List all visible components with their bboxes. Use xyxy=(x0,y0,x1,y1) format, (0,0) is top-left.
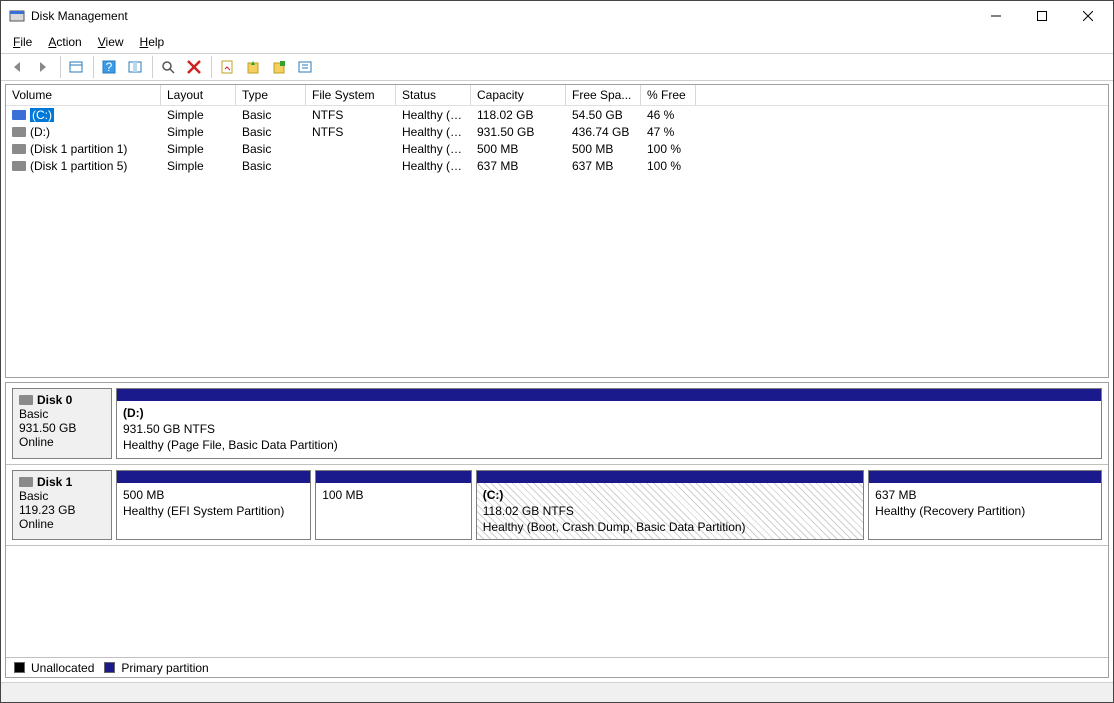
col-layout[interactable]: Layout xyxy=(161,85,236,105)
rescan-button[interactable] xyxy=(156,55,180,79)
volume-row[interactable]: (Disk 1 partition 1)SimpleBasicHealthy (… xyxy=(6,140,1108,157)
disk-map: Disk 0Basic931.50 GBOnline(D:)931.50 GB … xyxy=(5,382,1109,678)
back-button[interactable] xyxy=(5,55,29,79)
disk-row: Disk 0Basic931.50 GBOnline(D:)931.50 GB … xyxy=(6,383,1108,465)
disk-icon xyxy=(19,395,33,405)
action-button-1[interactable] xyxy=(241,55,265,79)
partition[interactable]: 500 MBHealthy (EFI System Partition) xyxy=(116,470,311,541)
volume-header: Volume Layout Type File System Status Ca… xyxy=(6,85,1108,106)
maximize-button[interactable] xyxy=(1019,2,1065,30)
svg-text:?: ? xyxy=(106,60,113,74)
drive-icon xyxy=(12,110,26,120)
refresh-button[interactable] xyxy=(123,55,147,79)
disk-icon xyxy=(19,477,33,487)
forward-button[interactable] xyxy=(31,55,55,79)
volume-list[interactable]: Volume Layout Type File System Status Ca… xyxy=(5,84,1109,378)
volume-row[interactable]: (C:)SimpleBasicNTFSHealthy (B...118.02 G… xyxy=(6,106,1108,123)
legend: Unallocated Primary partition xyxy=(6,657,1108,677)
properties-button[interactable] xyxy=(215,55,239,79)
drive-icon xyxy=(12,144,26,154)
delete-button[interactable] xyxy=(182,55,206,79)
title-bar: Disk Management xyxy=(1,1,1113,31)
partition[interactable]: (D:)931.50 GB NTFSHealthy (Page File, Ba… xyxy=(116,388,1102,459)
disk-info[interactable]: Disk 0Basic931.50 GBOnline xyxy=(12,388,112,459)
menu-view[interactable]: View xyxy=(90,33,132,51)
menu-help[interactable]: Help xyxy=(132,33,173,51)
status-bar xyxy=(1,682,1113,702)
partition[interactable]: (C:)118.02 GB NTFSHealthy (Boot, Crash D… xyxy=(476,470,864,541)
menu-action[interactable]: Action xyxy=(40,33,89,51)
swatch-unallocated xyxy=(14,662,25,673)
menu-file[interactable]: File xyxy=(5,33,40,51)
swatch-primary xyxy=(104,662,115,673)
drive-icon xyxy=(12,127,26,137)
disk-info[interactable]: Disk 1Basic119.23 GBOnline xyxy=(12,470,112,541)
show-hide-tree-button[interactable] xyxy=(64,55,88,79)
disk-row: Disk 1Basic119.23 GBOnline500 MBHealthy … xyxy=(6,465,1108,547)
partition[interactable]: 100 MB xyxy=(315,470,472,541)
col-volume[interactable]: Volume xyxy=(6,85,161,105)
minimize-button[interactable] xyxy=(973,2,1019,30)
drive-icon xyxy=(12,161,26,171)
col-filesystem[interactable]: File System xyxy=(306,85,396,105)
menu-bar: File Action View Help xyxy=(1,31,1113,53)
toolbar: ? xyxy=(1,53,1113,81)
col-status[interactable]: Status xyxy=(396,85,471,105)
app-icon xyxy=(9,8,25,24)
col-type[interactable]: Type xyxy=(236,85,306,105)
volume-row[interactable]: (Disk 1 partition 5)SimpleBasicHealthy (… xyxy=(6,157,1108,174)
col-free[interactable]: Free Spa... xyxy=(566,85,641,105)
close-button[interactable] xyxy=(1065,2,1111,30)
partition[interactable]: 637 MBHealthy (Recovery Partition) xyxy=(868,470,1102,541)
window-title: Disk Management xyxy=(31,9,973,23)
action-button-2[interactable] xyxy=(267,55,291,79)
col-pct[interactable]: % Free xyxy=(641,85,696,105)
volume-row[interactable]: (D:)SimpleBasicNTFSHealthy (P...931.50 G… xyxy=(6,123,1108,140)
settings-button[interactable] xyxy=(293,55,317,79)
help-button[interactable]: ? xyxy=(97,55,121,79)
col-capacity[interactable]: Capacity xyxy=(471,85,566,105)
